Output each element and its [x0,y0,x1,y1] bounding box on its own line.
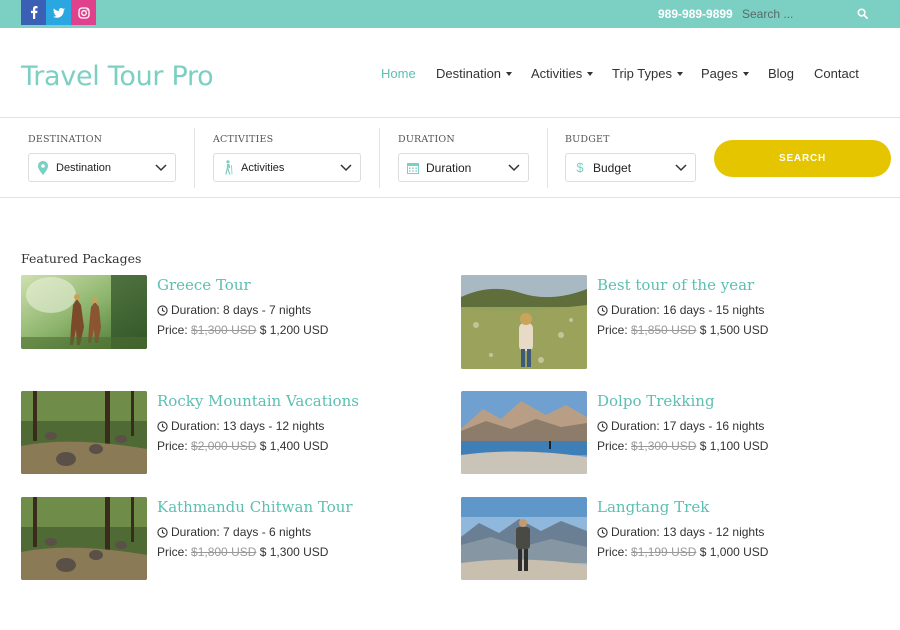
chevron-down-icon [508,164,520,172]
nav-item-home[interactable]: Home [381,66,416,81]
old-price: $1,300 USD [191,323,257,337]
chevron-down-icon [675,164,687,172]
package-duration: Duration: 7 days - 6 nights [157,525,311,539]
filter-label: DURATION [398,134,455,145]
mountain-lake-photo[interactable] [461,391,587,474]
chevron-down-icon [587,71,594,76]
nav-item-trip-types[interactable]: Trip Types [612,66,683,81]
old-price: $1,199 USD [631,545,697,559]
clock-icon [157,526,168,538]
budget-select[interactable]: $ Budget [565,153,696,182]
twitter-icon[interactable] [46,0,71,25]
package-title[interactable]: Greece Tour [157,276,251,294]
chevron-down-icon [506,71,513,76]
map-pin-icon [35,160,51,176]
chevron-down-icon [742,71,749,76]
package-price: Price: $1,850 USD $ 1,500 USD [597,323,769,337]
new-price: $ 1,300 USD [259,545,329,559]
package-card: Best tour of the year Duration: 16 days … [461,275,881,371]
woman-on-hillside-photo[interactable] [461,275,587,369]
clock-icon [597,526,608,538]
site-header: Travel Tour Pro Home Destination Activit… [0,28,900,118]
old-price: $1,850 USD [631,323,697,337]
search-button[interactable]: SEARCH [714,140,891,177]
package-duration: Duration: 16 days - 15 nights [597,303,764,317]
chevron-down-icon [340,164,352,172]
old-price: $2,000 USD [191,439,257,453]
calendar-icon [405,160,421,176]
package-card: Rocky Mountain Vacations Duration: 13 da… [21,391,441,487]
nav-item-blog[interactable]: Blog [768,66,794,81]
package-duration: Duration: 8 days - 7 nights [157,303,311,317]
filter-divider [547,128,548,188]
activities-select[interactable]: Activities [213,153,361,182]
filter-label: DESTINATION [28,134,103,145]
nav-item-pages[interactable]: Pages [701,66,749,81]
top-search [740,3,880,24]
jungle-elephants-photo[interactable] [21,391,147,474]
package-title[interactable]: Rocky Mountain Vacations [157,392,359,410]
clock-icon [597,304,608,316]
nav-item-destination[interactable]: Destination [436,66,513,81]
hiker-mountain-view-photo[interactable] [461,497,587,580]
dollar-icon: $ [576,160,584,175]
package-card: Kathmandu Chitwan Tour Duration: 7 days … [21,497,441,593]
filter-divider [379,128,380,188]
old-price: $1,800 USD [191,545,257,559]
facebook-icon[interactable] [21,0,46,25]
package-title[interactable]: Langtang Trek [597,498,709,516]
section-title: Featured Packages [21,251,142,266]
new-price: $ 1,100 USD [699,439,769,453]
instagram-icon[interactable] [71,0,96,25]
destination-select[interactable]: Destination [28,153,176,182]
package-card: Dolpo Trekking Duration: 17 days - 16 ni… [461,391,881,487]
new-price: $ 1,400 USD [259,439,329,453]
package-price: Price: $1,300 USD $ 1,100 USD [597,439,769,453]
hiker-icon [220,160,236,176]
duration-select[interactable]: Duration [398,153,529,182]
filter-divider [194,128,195,188]
search-icon[interactable] [857,8,868,19]
package-card: Greece Tour Duration: 8 days - 7 nights … [21,275,441,371]
filter-label: BUDGET [565,134,610,145]
package-price: Price: $2,000 USD $ 1,400 USD [157,439,329,453]
dancers-in-forest-photo[interactable] [21,275,147,349]
clock-icon [157,420,168,432]
package-duration: Duration: 13 days - 12 nights [597,525,764,539]
package-card: Langtang Trek Duration: 13 days - 12 nig… [461,497,881,593]
filter-label: ACTIVITIES [213,134,274,145]
chevron-down-icon [676,71,683,76]
chevron-down-icon [155,164,167,172]
site-logo[interactable]: Travel Tour Pro [21,61,214,92]
new-price: $ 1,000 USD [699,545,769,559]
package-title[interactable]: Kathmandu Chitwan Tour [157,498,353,516]
top-bar: 989-989-9899 [0,0,900,28]
phone-number: 989-989-9899 [658,7,733,21]
new-price: $ 1,200 USD [259,323,329,337]
nav-item-contact[interactable]: Contact [814,66,859,81]
package-duration: Duration: 13 days - 12 nights [157,419,324,433]
new-price: $ 1,500 USD [699,323,769,337]
jungle-elephants-photo[interactable] [21,497,147,580]
clock-icon [597,420,608,432]
package-price: Price: $1,199 USD $ 1,000 USD [597,545,769,559]
old-price: $1,300 USD [631,439,697,453]
nav-item-activities[interactable]: Activities [531,66,594,81]
package-title[interactable]: Dolpo Trekking [597,392,715,410]
package-price: Price: $1,800 USD $ 1,300 USD [157,545,329,559]
package-price: Price: $1,300 USD $ 1,200 USD [157,323,329,337]
package-duration: Duration: 17 days - 16 nights [597,419,764,433]
clock-icon [157,304,168,316]
package-title[interactable]: Best tour of the year [597,276,754,294]
